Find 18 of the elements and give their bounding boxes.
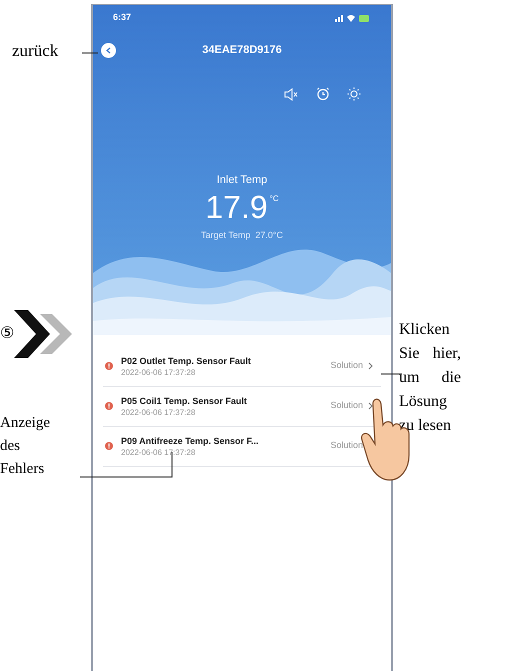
inlet-temp-value: 17.9 — [205, 189, 268, 225]
inlet-temp-label: Inlet Temp — [216, 173, 268, 187]
target-temp-value: 27.0°C — [255, 229, 283, 242]
solution-link[interactable]: Solution — [330, 399, 373, 413]
fault-time: 2022-06-06 17:37:28 — [121, 366, 196, 378]
back-annotation: zurück — [12, 40, 58, 62]
fault-time: 2022-06-06 17:37:28 — [121, 406, 196, 418]
fault-time: 2022-06-06 17:37:28 — [121, 446, 196, 458]
status-time: 6:37 — [113, 11, 132, 24]
fault-title: P05 Coil1 Temp. Sensor Fault — [121, 394, 248, 406]
step-number: ⑤ — [0, 324, 14, 344]
temp-unit: °C — [270, 193, 279, 205]
fault-title: P09 Antifreeze Temp. Sensor F... — [121, 434, 260, 446]
error-annotation: Anzeige des Fehlers — [0, 414, 51, 479]
fault-title: P02 Outlet Temp. Sensor Fault — [121, 354, 252, 366]
device-title: 34EAE78D9176 — [202, 42, 282, 58]
target-temp-label: Target Temp — [201, 229, 250, 242]
solution-link[interactable]: Solution — [330, 359, 373, 373]
